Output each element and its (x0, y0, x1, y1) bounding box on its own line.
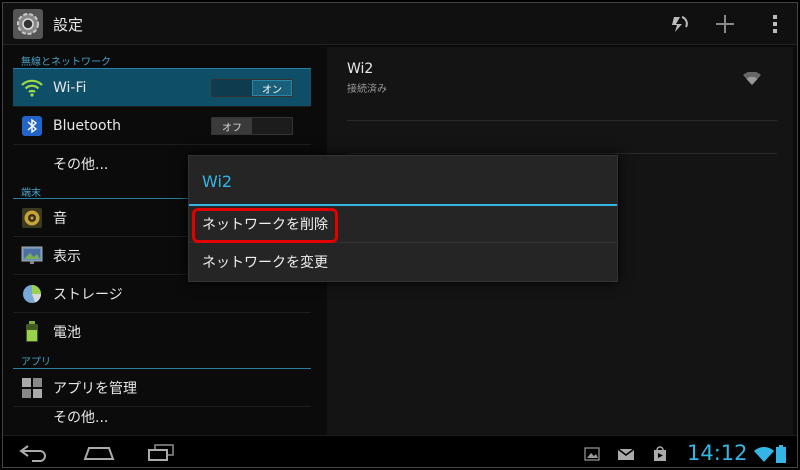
settings-item-label: 電池 (53, 325, 81, 341)
section-header-wireless: 無線とネットワーク (13, 47, 311, 69)
toggle-off-part: オフ (212, 118, 252, 134)
battery-status-icon (775, 444, 787, 464)
settings-item-label: アプリを管理 (53, 380, 137, 397)
toggle-on-part: オン (251, 80, 292, 96)
wifi-icon (21, 77, 43, 99)
toggle-on-part (252, 118, 292, 134)
settings-item-battery[interactable]: 電池 (13, 313, 311, 351)
wifi-network-row[interactable]: Wi2 接続済み (347, 61, 777, 121)
bluetooth-toggle[interactable]: オフ (211, 117, 293, 135)
mail-notification-icon[interactable] (615, 444, 637, 464)
gallery-notification-icon[interactable] (581, 444, 603, 464)
network-name: Wi2 (347, 61, 374, 77)
settings-item-label: Wi-Fi (53, 79, 87, 96)
settings-item-bluetooth[interactable]: Bluetooth オフ (13, 107, 311, 145)
android-screen: 設定 無線とネットワーク Wi-Fi オン Bluetooth オフ その他..… (2, 2, 798, 468)
settings-item-label: 表示 (53, 248, 81, 265)
add-icon[interactable] (709, 9, 741, 39)
page-title: 設定 (53, 16, 84, 34)
speaker-icon (21, 207, 43, 229)
storage-pie-icon (21, 283, 43, 305)
settings-item-wifi[interactable]: Wi-Fi オン (13, 69, 311, 107)
network-options-dialog: Wi2 ネットワークを削除 ネットワークを変更 (188, 155, 618, 282)
dialog-title: Wi2 (189, 156, 617, 206)
action-bar: 設定 (3, 3, 797, 45)
display-icon (21, 245, 43, 267)
sync-icon[interactable] (663, 9, 695, 39)
toggle-off-part (212, 80, 252, 96)
settings-item-label: ストレージ (53, 286, 123, 303)
wifi-toggle[interactable]: オン (211, 79, 293, 97)
apps-grid-icon (21, 377, 43, 399)
settings-item-manage-apps[interactable]: アプリを管理 (13, 369, 311, 407)
modify-network-option[interactable]: ネットワークを変更 (189, 243, 617, 280)
battery-icon (21, 321, 43, 343)
settings-item-more-apps[interactable]: その他... (13, 407, 311, 427)
bluetooth-icon (21, 115, 43, 137)
overflow-menu-icon[interactable] (759, 9, 791, 39)
network-status: 接続済み (347, 84, 387, 95)
system-bar: 14:12 (3, 435, 797, 467)
settings-item-label: その他... (53, 410, 109, 426)
forget-network-option[interactable]: ネットワークを削除 (189, 206, 617, 243)
section-header-apps: アプリ (13, 351, 311, 369)
recent-apps-icon[interactable] (141, 440, 181, 466)
highlight-box (192, 208, 338, 243)
settings-gear-icon[interactable] (13, 9, 43, 39)
settings-item-label: Bluetooth (53, 117, 121, 134)
settings-item-label: その他... (53, 157, 109, 173)
option-label: ネットワークを変更 (202, 254, 328, 271)
back-icon[interactable] (13, 440, 53, 466)
status-clock[interactable]: 14:12 (687, 441, 748, 465)
wifi-status-icon (753, 445, 775, 465)
wifi-signal-icon (743, 71, 761, 90)
home-icon[interactable] (79, 440, 119, 466)
divider (347, 153, 777, 154)
settings-item-label: 音 (53, 210, 67, 227)
store-notification-icon[interactable] (649, 444, 671, 464)
